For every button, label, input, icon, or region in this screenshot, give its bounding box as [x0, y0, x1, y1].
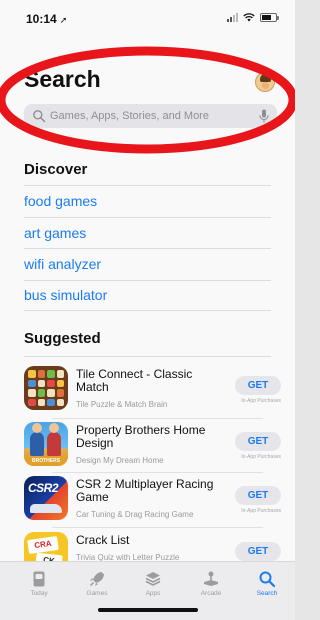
row-separator — [52, 472, 263, 473]
in-app-purchases-note: In-App Purchases — [241, 508, 281, 514]
search-icon — [33, 110, 46, 123]
tab-label: Today — [30, 590, 48, 597]
tab-games[interactable]: Games — [75, 570, 119, 597]
annotation-ellipse — [0, 46, 295, 154]
app-subtitle: Car Tuning & Drag Racing Game — [76, 510, 194, 519]
get-button[interactable]: GET — [235, 542, 281, 561]
tab-arcade[interactable]: Arcade — [189, 570, 233, 597]
discover-item[interactable]: wifi analyzer — [24, 248, 271, 280]
account-avatar[interactable] — [255, 72, 275, 92]
location-arrow-icon: ➚ — [59, 15, 68, 25]
tab-search[interactable]: Search — [245, 570, 289, 597]
app-name: Property Brothers Home Design — [76, 423, 206, 450]
app-subtitle: Design My Dream Home — [76, 456, 164, 465]
discover-item[interactable]: food games — [24, 185, 271, 217]
icon-brand-text: BROTHERS — [24, 456, 68, 466]
tab-label: Arcade — [200, 590, 222, 597]
suggested-app-row[interactable]: CSR2 CSR 2 Multiplayer Racing Game Car T… — [24, 474, 287, 524]
search-bar[interactable] — [24, 104, 277, 128]
tab-label: Apps — [145, 590, 161, 597]
tab-today[interactable]: Today — [17, 570, 61, 597]
signal-icon — [227, 13, 238, 22]
discover-item[interactable]: art games — [24, 216, 271, 249]
row-separator — [52, 527, 263, 528]
wifi-icon — [243, 13, 255, 22]
app-name: Crack List — [76, 533, 130, 547]
csr2-icon: CSR2 — [24, 476, 68, 520]
joystick-icon — [204, 571, 218, 586]
app-name: Tile Connect - Classic Match — [76, 367, 193, 394]
tile-connect-icon — [24, 366, 68, 410]
discover-heading: Discover — [24, 161, 88, 178]
search-input[interactable] — [50, 110, 240, 122]
microphone-icon[interactable] — [259, 109, 269, 123]
suggested-app-row[interactable]: BROTHERS Property Brothers Home Design D… — [24, 420, 287, 470]
status-time: 10:14 ➚ — [26, 12, 67, 26]
in-app-purchases-note: In-App Purchases — [241, 398, 281, 404]
search-icon — [259, 571, 276, 588]
get-button[interactable]: GET — [235, 432, 281, 451]
apps-stack-icon — [145, 572, 161, 586]
get-button[interactable]: GET — [235, 376, 281, 395]
home-indicator — [98, 608, 198, 612]
tab-apps[interactable]: Apps — [131, 570, 175, 597]
icon-brand-text: CSR2 — [28, 481, 59, 495]
suggested-app-row[interactable]: Tile Connect - Classic Match Tile Puzzle… — [24, 364, 287, 414]
in-app-purchases-note: In-App Purchases — [241, 454, 281, 460]
icon-brand-text: CRA — [27, 535, 59, 555]
section-divider — [24, 356, 271, 357]
tab-label: Games — [86, 590, 108, 597]
today-icon — [33, 571, 45, 587]
battery-icon — [260, 13, 279, 22]
row-separator — [52, 418, 263, 419]
tab-label: Search — [256, 590, 278, 597]
status-bar: 10:14 ➚ — [0, 0, 295, 36]
discover-item[interactable]: bus simulator — [24, 279, 271, 311]
app-store-search-screen: 10:14➚ Search Discover food games art ga… — [0, 0, 295, 620]
rocket-icon — [89, 572, 104, 587]
suggested-heading: Suggested — [24, 330, 101, 347]
status-icons — [227, 13, 279, 22]
app-subtitle: Tile Puzzle & Match Brain — [76, 400, 168, 409]
get-button[interactable]: GET — [235, 486, 281, 505]
time-text: 10:14 — [26, 12, 57, 26]
page-title: Search — [24, 66, 101, 92]
discover-list: food games art games wifi analyzer bus s… — [24, 185, 271, 311]
property-brothers-icon: BROTHERS — [24, 422, 68, 466]
app-name: CSR 2 Multiplayer Racing Game — [76, 477, 214, 504]
